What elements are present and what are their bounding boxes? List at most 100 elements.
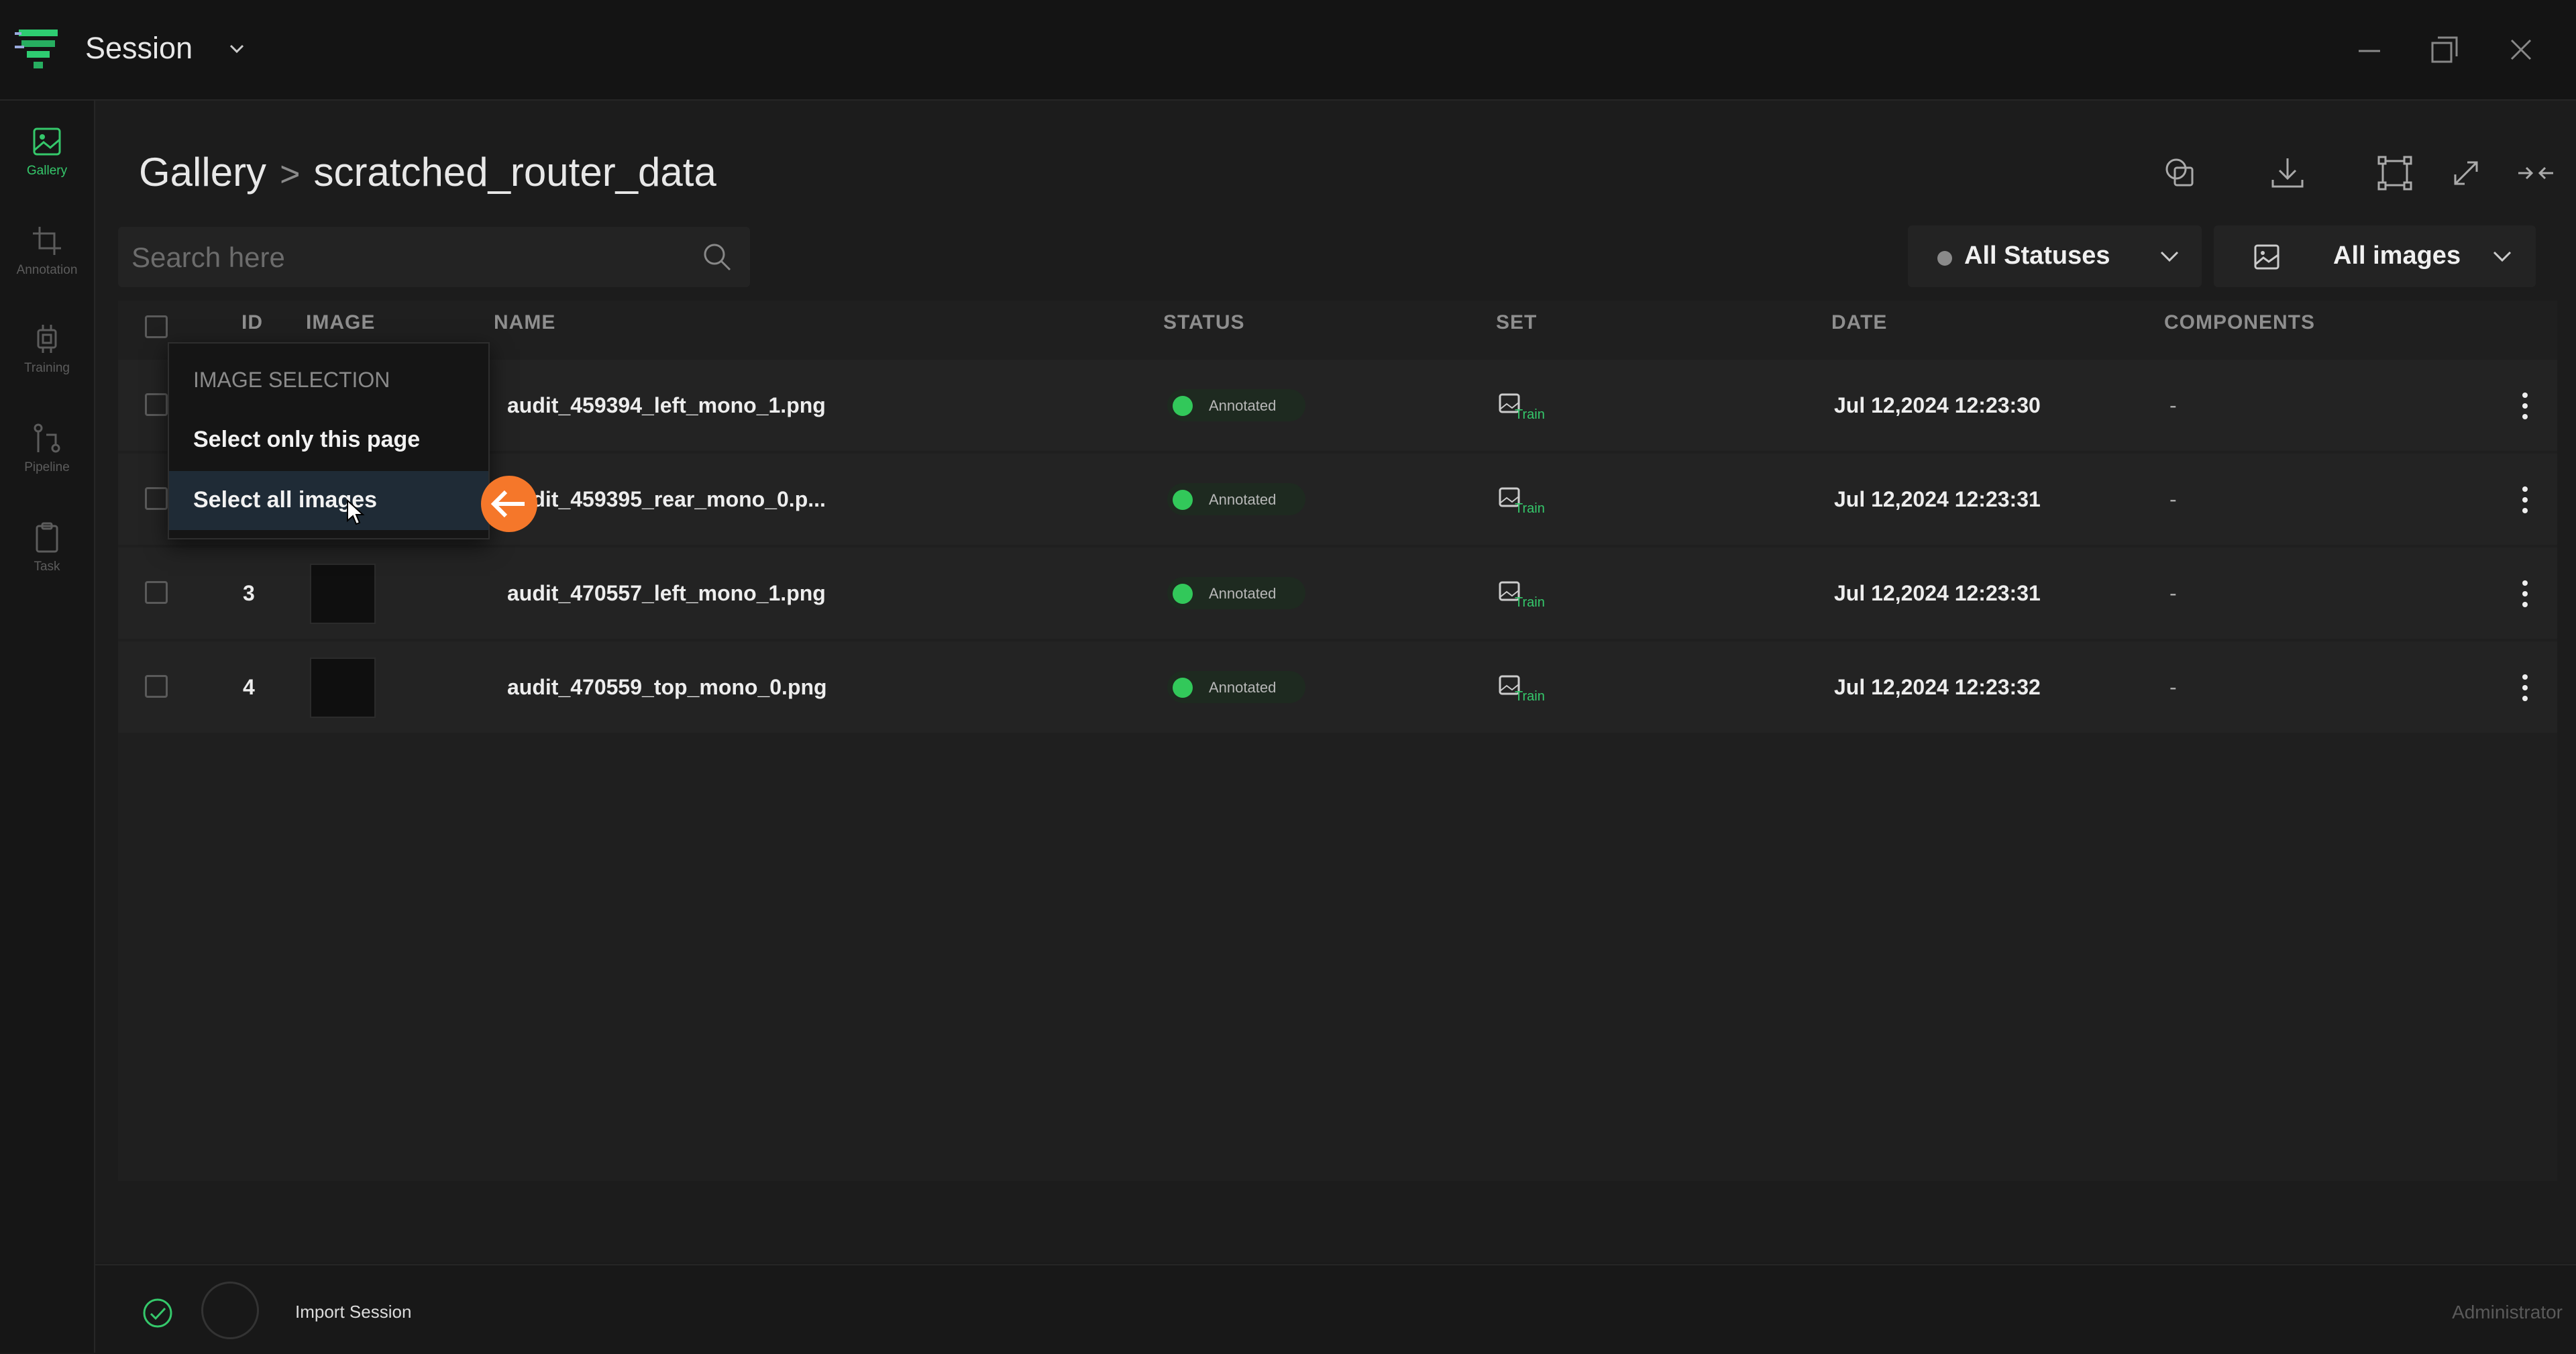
column-header-date[interactable]: DATE xyxy=(1831,311,1887,334)
set-icon: Train xyxy=(1499,675,1545,702)
session-title[interactable]: Session xyxy=(85,31,193,66)
minimize-icon xyxy=(2359,50,2380,52)
select-all-option[interactable]: Select all images xyxy=(169,471,488,530)
crop-icon xyxy=(33,227,61,255)
gallery-icon xyxy=(33,127,61,156)
row-components: - xyxy=(2169,487,2177,511)
bounding-box-icon xyxy=(2377,156,2412,191)
search-input[interactable] xyxy=(130,227,669,289)
minimize-button[interactable] xyxy=(2351,31,2388,68)
column-header-status[interactable]: STATUS xyxy=(1163,311,1245,334)
row-name[interactable]: audit_459394_left_mono_1.png xyxy=(507,393,826,418)
status-badge: Annotated xyxy=(1167,671,1305,703)
breadcrumb-separator: > xyxy=(280,155,301,194)
status-text: Annotated xyxy=(1209,679,1277,696)
column-header-id: ID xyxy=(241,311,263,333)
set-label: Train xyxy=(1515,689,1545,702)
set-label: Train xyxy=(1515,501,1545,514)
breadcrumb-current: scratched_router_data xyxy=(313,150,716,195)
column-header-name[interactable]: NAME xyxy=(494,311,555,334)
image-filter-dropdown[interactable]: All images xyxy=(2214,225,2536,287)
mouse-cursor-icon xyxy=(347,499,365,525)
footer-bar: Import Session Administrator xyxy=(95,1264,2576,1354)
sidebar-item-annotation[interactable]: Annotation xyxy=(0,224,94,311)
row-checkbox[interactable] xyxy=(145,393,168,416)
row-components: - xyxy=(2169,675,2177,699)
select-all-checkbox[interactable] xyxy=(145,315,168,338)
row-date: Jul 12,2024 12:23:31 xyxy=(1834,487,2041,511)
import-session-label[interactable]: Import Session xyxy=(295,1302,411,1322)
sidebar-item-gallery[interactable]: Gallery xyxy=(0,125,94,212)
status-text: Annotated xyxy=(1209,491,1277,508)
chevron-down-icon xyxy=(2493,251,2512,262)
title-bar: Session xyxy=(0,0,2576,101)
expand-button[interactable] xyxy=(2446,153,2486,193)
row-id: 4 xyxy=(243,675,255,699)
status-text: Annotated xyxy=(1209,397,1277,414)
layers-icon xyxy=(2165,158,2194,187)
status-text: Annotated xyxy=(1209,585,1277,602)
stack-button[interactable] xyxy=(2160,153,2200,193)
sidebar-item-label: Pipeline xyxy=(24,460,70,474)
set-label: Train xyxy=(1515,407,1545,420)
more-options-icon[interactable] xyxy=(2518,577,2532,611)
set-icon: Train xyxy=(1499,487,1545,514)
sidebar-item-label: Training xyxy=(24,361,70,375)
row-name[interactable]: audit_470557_left_mono_1.png xyxy=(507,581,826,606)
row-components: - xyxy=(2169,581,2177,605)
row-id: 3 xyxy=(243,581,255,605)
breadcrumb-root[interactable]: Gallery xyxy=(139,150,266,195)
row-name[interactable]: audit_459395_rear_mono_0.p... xyxy=(507,487,826,512)
restore-icon xyxy=(2431,36,2458,63)
sidebar-item-task[interactable]: Task xyxy=(0,521,94,608)
chevron-down-icon[interactable] xyxy=(225,39,248,59)
row-date: Jul 12,2024 12:23:32 xyxy=(1834,675,2041,699)
column-header-components[interactable]: COMPONENTS xyxy=(2164,311,2315,334)
sidebar-item-label: Gallery xyxy=(26,164,68,178)
download-button[interactable] xyxy=(2267,153,2308,193)
bounding-box-button[interactable] xyxy=(2375,153,2415,193)
breadcrumb: Gallery > scratched_router_data xyxy=(139,149,716,195)
row-checkbox[interactable] xyxy=(145,581,168,604)
status-dot-icon xyxy=(1173,678,1193,698)
image-icon xyxy=(2254,244,2279,270)
row-checkbox[interactable] xyxy=(145,487,168,510)
column-header-image: IMAGE xyxy=(306,311,376,333)
status-dot-icon xyxy=(1937,251,1952,266)
sidebar-item-training[interactable]: Training xyxy=(0,322,94,409)
search-box xyxy=(118,227,750,289)
image-filter-label: All images xyxy=(2333,242,2461,270)
chevron-down-icon xyxy=(2160,251,2179,262)
collapse-icon xyxy=(2518,166,2553,180)
image-thumbnail[interactable] xyxy=(310,658,376,718)
row-checkbox[interactable] xyxy=(145,675,168,698)
close-button[interactable] xyxy=(2502,31,2540,68)
status-badge: Annotated xyxy=(1167,577,1305,609)
progress-ring xyxy=(201,1282,259,1339)
maximize-button[interactable] xyxy=(2426,31,2463,68)
sidebar-item-pipeline[interactable]: Pipeline xyxy=(0,421,94,509)
sidebar-item-label: Annotation xyxy=(16,263,78,277)
table-row[interactable]: 3 audit_470557_left_mono_1.png Annotated… xyxy=(118,548,2557,639)
chip-icon xyxy=(37,325,57,353)
status-badge: Annotated xyxy=(1167,389,1305,421)
search-icon[interactable] xyxy=(700,240,734,274)
row-components: - xyxy=(2169,393,2177,417)
menu-item-label: Select only this page xyxy=(193,427,421,452)
select-page-option[interactable]: Select only this page xyxy=(169,411,488,470)
more-options-icon[interactable] xyxy=(2518,389,2532,423)
more-options-icon[interactable] xyxy=(2518,483,2532,517)
image-thumbnail[interactable] xyxy=(310,564,376,624)
status-filter-dropdown[interactable]: All Statuses xyxy=(1908,225,2202,287)
row-name[interactable]: audit_470559_top_mono_0.png xyxy=(507,675,827,700)
download-icon xyxy=(2271,158,2304,188)
more-options-icon[interactable] xyxy=(2518,671,2532,705)
table-row[interactable]: 4 audit_470559_top_mono_0.png Annotated … xyxy=(118,641,2557,733)
column-header-set[interactable]: SET xyxy=(1496,311,1537,334)
status-filter-label: All Statuses xyxy=(1964,242,2110,270)
set-icon: Train xyxy=(1499,393,1545,420)
pipeline-icon xyxy=(34,423,60,453)
collapse-button[interactable] xyxy=(2516,153,2556,193)
close-icon xyxy=(2510,39,2532,60)
row-date: Jul 12,2024 12:23:30 xyxy=(1834,393,2041,417)
